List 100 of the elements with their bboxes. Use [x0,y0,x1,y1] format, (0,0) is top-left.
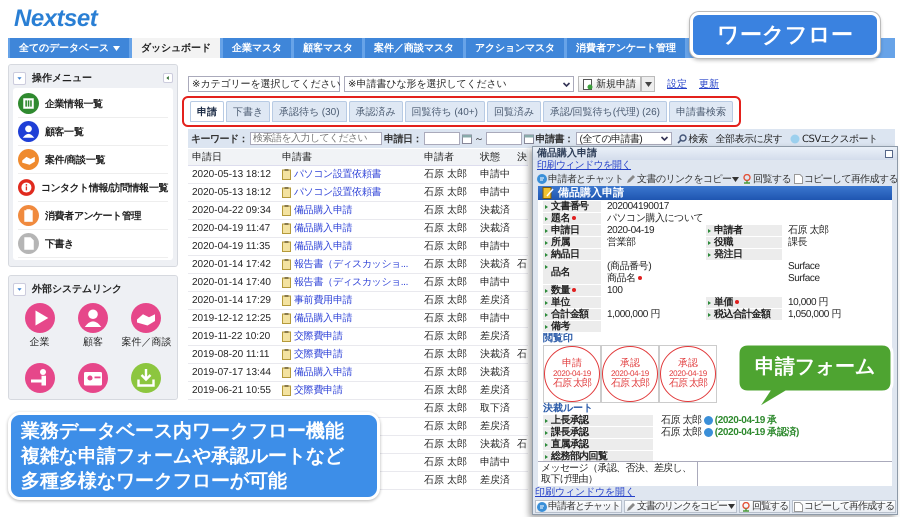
document-link[interactable]: 備品購入申請 [294,239,352,253]
table-cell: 2020-01-14 17:40 [192,276,271,288]
calendar-icon[interactable] [462,134,472,144]
toolbar-link[interactable]: 設定 [667,77,687,91]
stamp-icon [741,502,751,512]
category-select[interactable]: ※カテゴリーを選択してください [188,76,340,92]
field-label: 申請日 [543,225,601,237]
date-field[interactable] [424,132,460,145]
field-value: Surface [788,273,820,284]
document-link[interactable]: パソコン設置依頼書 [294,167,382,181]
action-button[interactable]: 回覧する [742,172,791,186]
document-link[interactable]: 交際費申請 [294,383,343,397]
menu-item[interactable]: 下書き [45,236,74,250]
nav-tab[interactable]: 顧客マスタ [294,38,362,58]
tab[interactable]: 承認済み [348,101,403,122]
action-button[interactable]: コピーして再作成する [792,500,896,513]
collapse-side-icon[interactable] [163,73,173,83]
route-step: 課長承認 [543,426,653,438]
document-link[interactable]: 交際費申請 [294,329,343,343]
collapse-icon[interactable] [13,282,26,296]
tab[interactable]: 申請書検索 [668,101,733,122]
link-label[interactable]: 顧客 [82,335,103,349]
field-label: 単位 [543,297,601,309]
toolbar-link[interactable]: 更新 [699,77,719,91]
tab[interactable]: 下書き [226,101,270,122]
table-cell: 石原 太郎 [424,349,467,360]
popout-icon[interactable] [885,150,893,158]
document-link[interactable]: 事前費用申請 [294,293,352,307]
window-title: 備品購入申請 [537,148,597,160]
approver-name: 石原 太郎 [661,426,702,438]
document-link[interactable]: パソコン設置依頼書 [294,185,382,199]
menu-item[interactable]: 顧客一覧 [45,124,84,138]
new-request-button[interactable]: 新規申請 [578,76,641,92]
nav-tab[interactable]: 案件／商談マスタ [365,38,463,58]
template-select[interactable]: ※申請書ひな形を選択してください [344,76,574,92]
table-cell: 石原 太郎 [424,331,467,342]
search-button[interactable]: 検索 [674,132,710,146]
reset-button[interactable]: 全部表示に戻す [712,132,785,146]
keyword-field[interactable]: 検索語を入力してください [250,132,382,145]
document-link[interactable]: 交際費申請 [294,347,343,361]
tab[interactable]: 承認/回覧待ち(代理) (26) [542,101,667,122]
document-link[interactable]: 報告書（ディスカッショ... [294,275,408,289]
action-button[interactable]: 文書のリンクをコピー [626,172,740,186]
table-cell: 2020-05-13 18:12 [192,168,271,180]
menu-item[interactable]: コンタクト情報/訪問情報一覧 [40,180,168,194]
field-label: (商品番号) [607,261,652,272]
nav-tab[interactable]: 消費者アンケート管理 [567,38,685,58]
nav-tab[interactable]: 全てのデータベース [10,38,129,58]
table-cell: 石原 太郎 [424,187,467,198]
nav-tab[interactable]: ダッシュボード [132,38,220,58]
menu-item[interactable]: 企業情報一覧 [45,96,103,110]
stamp-date: 2020-04-19 [611,369,649,378]
field-value: 営業部 [607,237,636,248]
clipboard-icon [282,168,291,180]
clipboard-icon [282,348,291,360]
tab[interactable]: 回覧済み [486,101,541,122]
action-button[interactable]: 回覧する [739,500,790,513]
document-link[interactable]: 備品購入申請 [294,365,352,379]
document-link[interactable]: 備品購入申請 [294,311,352,325]
document-link[interactable]: 備品購入申請 [294,221,352,235]
form-icon [583,78,593,90]
nav-tab[interactable]: 企業マスタ [223,38,291,58]
tab[interactable]: 申請 [190,101,224,122]
field-label: 商品名 [607,273,642,284]
stamp-icon [742,174,752,184]
clipboard-icon [282,186,291,198]
action-button[interactable]: 申請者とチャット [537,172,624,186]
menu-item[interactable]: 案件/商談一覧 [45,152,105,166]
action-button[interactable]: コピーして再作成する [794,172,898,186]
calendar-icon[interactable] [524,134,534,144]
table-cell: 申請中 [480,241,510,252]
clipboard-icon [282,330,291,342]
action-button[interactable]: 文書のリンクをコピー [624,500,737,513]
date-field[interactable] [486,132,522,145]
field-value: 10,000 円 [788,297,828,308]
form-select[interactable]: (全ての申請書) [576,132,672,145]
table-cell: 2019-06-21 10:55 [192,384,271,396]
field-label: 単価 [706,297,782,309]
note-line: 多種多様なワークフローが可能 [21,470,288,494]
table-cell: 石原 太郎 [424,421,467,432]
collapse-icon[interactable] [13,72,26,84]
clipboard-icon [282,204,291,216]
field-label: 役職 [706,237,782,249]
table-cell: 差戻済 [480,331,510,342]
link-label[interactable]: 企業 [30,335,50,349]
tab[interactable]: 承認待ち (30) [272,101,347,122]
field-value: 2020-04-19 [607,225,654,236]
document-link[interactable]: 報告書（ディスカッショ... [294,257,408,271]
table-cell: 石原 太郎 [424,367,467,378]
print-link[interactable]: 印刷ウィンドウを開く [537,160,632,172]
print-link[interactable]: 印刷ウィンドウを開く [535,487,635,499]
menu-button[interactable] [641,76,655,92]
tab[interactable]: 回覧待ち (40+) [404,101,485,122]
action-button[interactable]: 申請者とチャット [535,500,622,513]
document-link[interactable]: 備品購入申請 [294,203,352,217]
export-button[interactable]: CSVエクスポート [787,132,881,146]
link-label[interactable]: 案件／商談 [121,335,172,349]
menu-item[interactable]: 消費者アンケート管理 [45,208,142,222]
field-value: パソコン購入について [607,213,704,224]
nav-tab[interactable]: アクションマスタ [466,38,564,58]
